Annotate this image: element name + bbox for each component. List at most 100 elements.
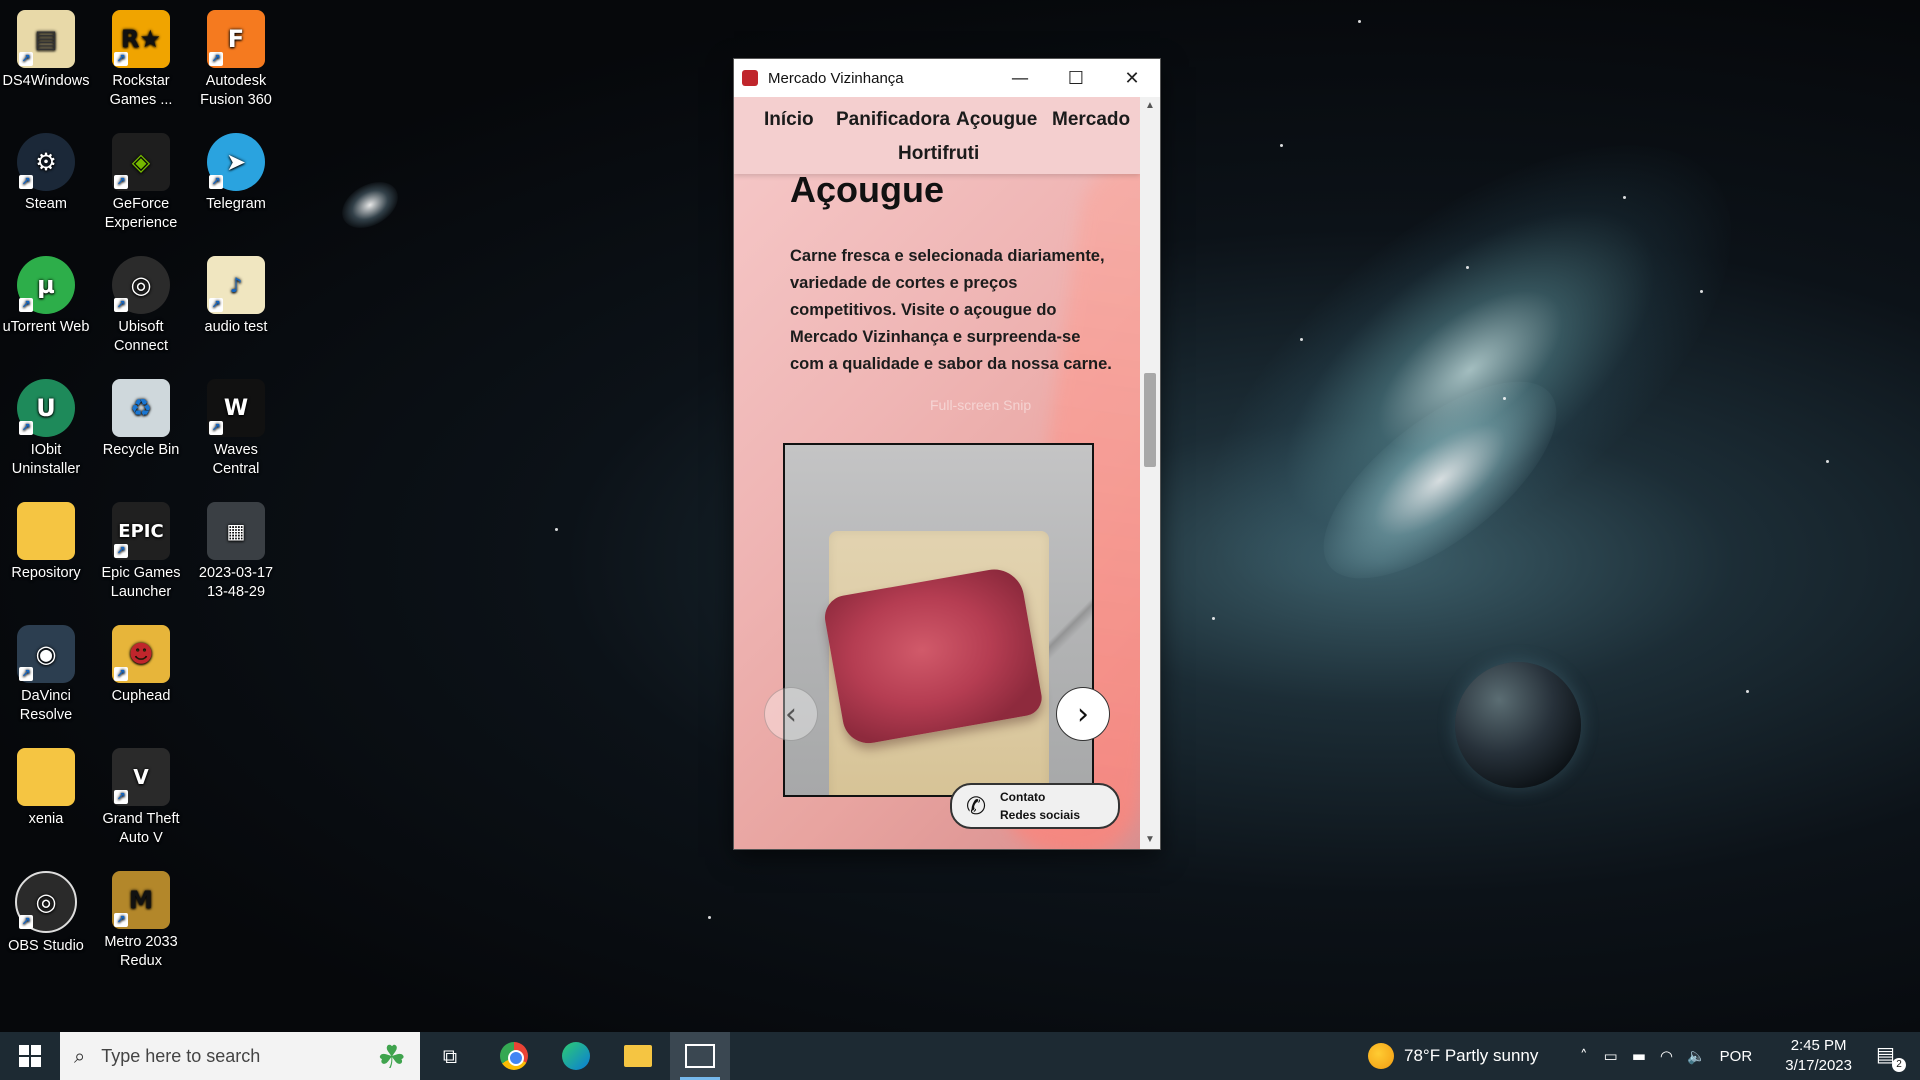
desktop-icon-repository[interactable]: Repository xyxy=(0,496,92,583)
app-window[interactable]: Mercado Vizinhança — ☐ ✕ Início Panifica… xyxy=(734,59,1160,849)
desktop-icon-obs[interactable]: ◎ ↗ OBS Studio xyxy=(0,865,92,956)
window-titlebar[interactable]: Mercado Vizinhança — ☐ ✕ xyxy=(734,59,1160,97)
repository-folder-icon xyxy=(17,502,75,560)
desktop-icon-ds4windows[interactable]: ▤ ↗ DS4Windows xyxy=(0,4,92,91)
wallpaper-star xyxy=(1503,397,1506,400)
steam-icon: ⚙ ↗ xyxy=(17,133,75,191)
volume-icon[interactable]: 🔈 xyxy=(1687,1047,1706,1065)
image-carousel xyxy=(783,443,1094,797)
meet-now-icon[interactable]: ▭ xyxy=(1604,1047,1618,1065)
taskbar-clock[interactable]: 2:45 PM 3/17/2023 xyxy=(1785,1036,1852,1076)
wifi-icon[interactable]: ◠ xyxy=(1660,1047,1673,1065)
notification-center-button[interactable]: ▤ 2 xyxy=(1876,1042,1906,1072)
taskbar-mercado-app[interactable] xyxy=(670,1032,730,1080)
desktop-icon-geforce[interactable]: ◈ ↗ GeForce Experience xyxy=(95,127,187,233)
desktop-icon-label: audio test xyxy=(204,319,268,335)
desktop-icon-utorrent[interactable]: µ ↗ uTorrent Web xyxy=(0,250,92,337)
wallpaper-star xyxy=(1700,290,1703,293)
desktop-icon-audio-test[interactable]: ♪ ↗ audio test xyxy=(190,250,282,337)
search-icon: ⌕ xyxy=(74,1044,86,1068)
desktop-icon-metro[interactable]: M ↗ Metro 2033 Redux xyxy=(95,865,187,971)
nav-link-panificadora[interactable]: Panificadora xyxy=(836,109,950,131)
nav-link-hortifruti[interactable]: Hortifruti xyxy=(898,143,979,165)
show-hidden-icons-chevron-icon[interactable]: ˄ xyxy=(1580,1047,1588,1065)
wallpaper-star xyxy=(1623,196,1626,199)
wallpaper-small-galaxy xyxy=(334,172,406,238)
wallpaper-star xyxy=(1466,266,1469,269)
desktop-icon-waves[interactable]: W ↗ Waves Central xyxy=(190,373,282,479)
waves-central-icon: W ↗ xyxy=(207,379,265,437)
desktop-icon-label: Ubisoft Connect xyxy=(113,319,168,354)
social-label: Redes sociais xyxy=(1000,808,1081,822)
task-view-button[interactable]: ⧉ xyxy=(420,1032,480,1080)
nav-link-inicio[interactable]: Início xyxy=(764,109,814,131)
desktop-icon-xenia[interactable]: xenia xyxy=(0,742,92,829)
battery-icon[interactable]: ▬ xyxy=(1632,1047,1646,1065)
carousel-prev-button[interactable]: ‹ xyxy=(764,687,818,741)
taskbar-chrome[interactable] xyxy=(484,1032,544,1080)
desktop-icon-steam[interactable]: ⚙ ↗ Steam xyxy=(0,127,92,214)
notification-count-badge: 2 xyxy=(1892,1058,1906,1072)
windows-logo-icon xyxy=(19,1045,41,1067)
desktop-icon-fusion[interactable]: F ↗ Autodesk Fusion 360 xyxy=(190,4,282,110)
scroll-up-arrow-icon[interactable]: ▲ xyxy=(1140,97,1160,115)
page-scrollbar[interactable]: ▲ ▼ xyxy=(1140,97,1160,849)
geforce-experience-icon: ◈ ↗ xyxy=(112,133,170,191)
search-placeholder: Type here to search xyxy=(101,1045,261,1066)
desktop-icon-cuphead[interactable]: ☻ ↗ Cuphead xyxy=(95,619,187,706)
desktop-icon-label: Recycle Bin xyxy=(102,442,180,458)
desktop-icon-label: Steam xyxy=(25,196,67,212)
system-tray: ˄ ▭ ▬ ◠ 🔈 POR xyxy=(1580,1032,1752,1080)
contact-button[interactable]: ✆ Contato Redes sociais xyxy=(950,783,1120,829)
nav-link-mercado[interactable]: Mercado xyxy=(1052,109,1130,131)
site-navbar: Início Panificadora Açougue Mercado Hort… xyxy=(734,97,1140,174)
minimize-button[interactable]: — xyxy=(992,59,1048,97)
app-icon xyxy=(742,70,758,86)
xenia-folder-icon xyxy=(17,748,75,806)
language-indicator[interactable]: POR xyxy=(1720,1048,1753,1065)
start-button[interactable] xyxy=(0,1032,60,1080)
section-description: Carne fresca e selecionada diariamente, … xyxy=(790,247,1112,373)
edge-icon xyxy=(562,1042,590,1070)
carousel-next-button[interactable]: › xyxy=(1056,687,1110,741)
taskbar-file-explorer[interactable] xyxy=(608,1032,668,1080)
rockstar-games-icon: R★ ↗ xyxy=(112,10,170,68)
close-button[interactable]: ✕ xyxy=(1104,59,1160,97)
desktop-icon-gta[interactable]: V ↗ Grand Theft Auto V xyxy=(95,742,187,848)
wallpaper-star xyxy=(1826,460,1829,463)
desktop-icon-video[interactable]: ▦ 2023-03-17 13-48-29 xyxy=(190,496,282,602)
wallpaper-planet xyxy=(1455,662,1581,788)
wallpaper-star xyxy=(1358,20,1361,23)
desktop-icon-davinci[interactable]: ◉ ↗ DaVinci Resolve xyxy=(0,619,92,725)
clock-time: 2:45 PM xyxy=(1790,1037,1847,1054)
section-title: Açougue xyxy=(790,169,945,210)
taskbar-search-box[interactable]: ⌕ Type here to search ☘ xyxy=(60,1032,420,1080)
app-window-icon xyxy=(685,1044,715,1068)
ubisoft-connect-icon: ◎ ↗ xyxy=(112,256,170,314)
nav-link-acougue[interactable]: Açougue xyxy=(956,109,1037,131)
desktop-icon-epic[interactable]: EPIC ↗ Epic Games Launcher xyxy=(95,496,187,602)
desktop-icon-telegram[interactable]: ➤ ↗ Telegram xyxy=(190,127,282,214)
desktop-icon-recycle-bin[interactable]: ♻ Recycle Bin xyxy=(95,373,187,460)
clock-date: 3/17/2023 xyxy=(1785,1057,1852,1074)
wallpaper-star xyxy=(1212,617,1215,620)
desktop-icon-label: OBS Studio xyxy=(8,938,84,954)
maximize-button[interactable]: ☐ xyxy=(1048,59,1104,97)
weather-widget[interactable]: 78°F Partly sunny xyxy=(1368,1032,1538,1080)
desktop-icon-label: DS4Windows xyxy=(2,73,90,89)
taskbar-edge[interactable] xyxy=(546,1032,606,1080)
desktop-icon-label: IObit Uninstaller xyxy=(11,442,81,477)
telegram-icon: ➤ ↗ xyxy=(207,133,265,191)
wallpaper-star xyxy=(1746,690,1749,693)
desktop-icon-label: Grand Theft Auto V xyxy=(102,811,180,846)
scroll-down-arrow-icon[interactable]: ▼ xyxy=(1140,831,1160,849)
desktop-icon-iobit[interactable]: U ↗ IObit Uninstaller xyxy=(0,373,92,479)
desktop-icon-ubisoft[interactable]: ◎ ↗ Ubisoft Connect xyxy=(95,250,187,356)
metro-2033-icon: M ↗ xyxy=(112,871,170,929)
desktop-icon-rockstar[interactable]: R★ ↗ Rockstar Games ... xyxy=(95,4,187,110)
ds4windows-icon: ▤ ↗ xyxy=(17,10,75,68)
desktop-icon-label: 2023-03-17 13-48-29 xyxy=(198,565,274,600)
video-file-icon: ▦ xyxy=(207,502,265,560)
scroll-thumb[interactable] xyxy=(1144,373,1156,467)
desktop-icon-label: Epic Games Launcher xyxy=(101,565,181,600)
